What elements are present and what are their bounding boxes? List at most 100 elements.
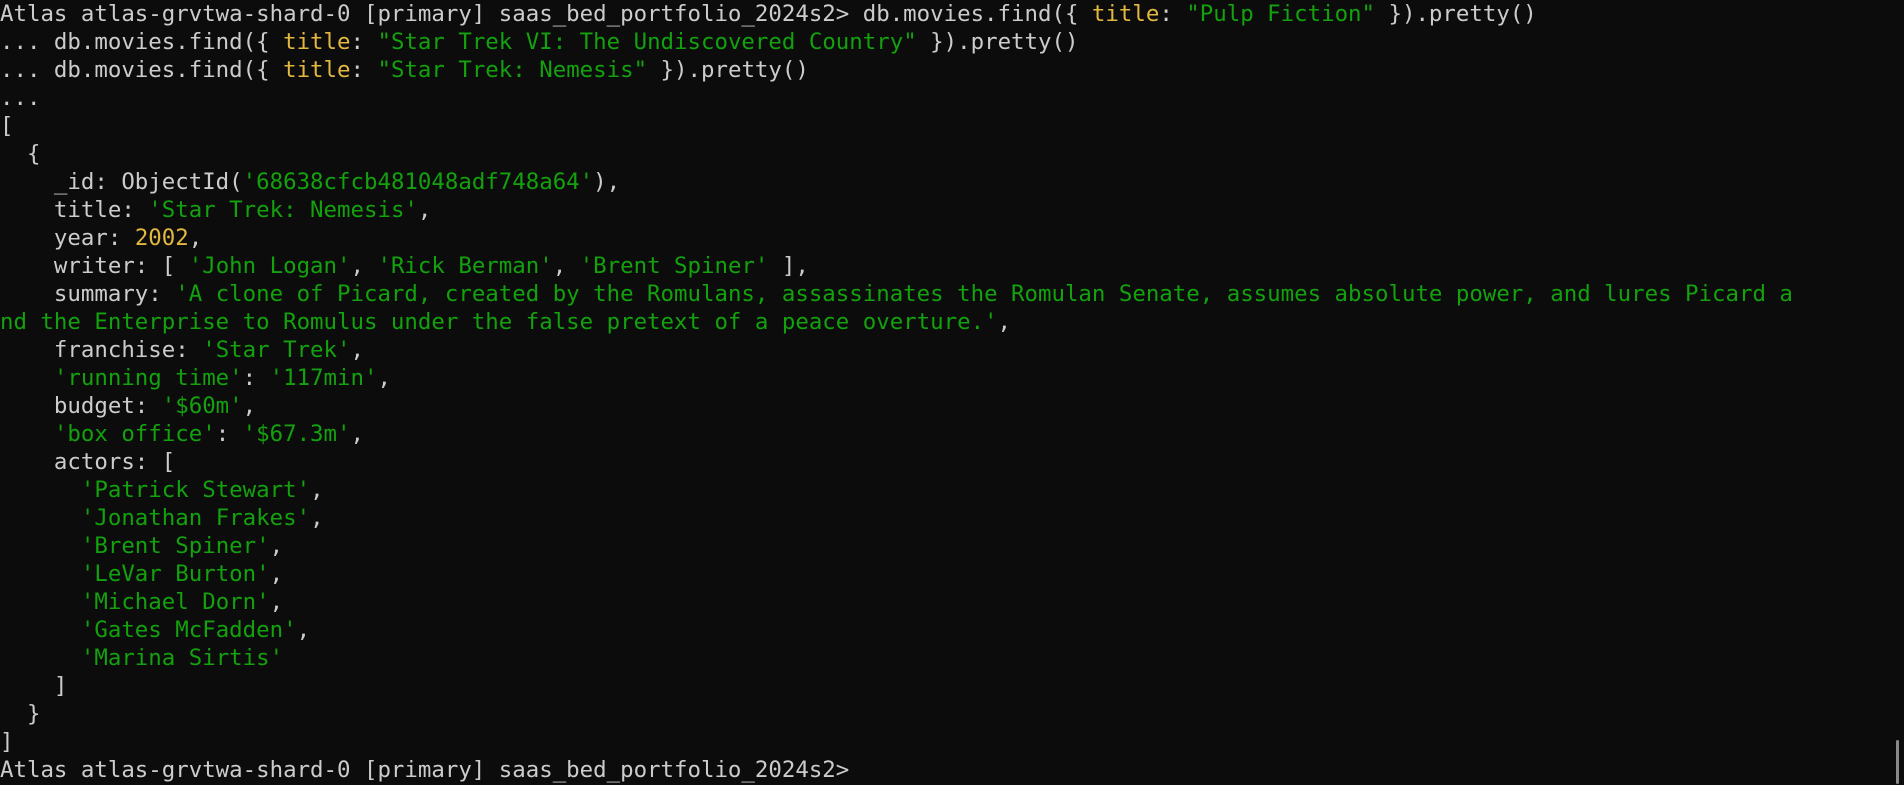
text-token: 'Brent Spiner': [80, 533, 270, 559]
text-token: 'Star Trek': [202, 337, 351, 363]
text-token: 'Marina Sirtis': [80, 645, 284, 671]
text-token: 'Patrick Stewart': [80, 477, 311, 503]
text-token: 'box office': [53, 421, 216, 447]
text-token: ,: [269, 561, 284, 587]
text-token: :: [350, 57, 378, 83]
terminal-line: 'Michael Dorn',: [0, 588, 1904, 616]
text-token: Atlas atlas-grvtwa-shard-0 [primary] saa…: [0, 757, 863, 783]
terminal-line: _id: ObjectId('68638cfcb481048adf748a64'…: [0, 168, 1904, 196]
terminal-line: ...: [0, 84, 1904, 112]
text-token: ...: [0, 85, 41, 111]
terminal-line: budget: '$60m',: [0, 392, 1904, 420]
text-token: Atlas atlas-grvtwa-shard-0 [primary] saa…: [0, 1, 1092, 27]
text-token: 'Star Trek: Nemesis': [148, 197, 418, 223]
text-token: ,: [296, 617, 311, 643]
text-token: ,: [269, 589, 284, 615]
text-token: writer: [: [0, 253, 189, 279]
text-token: ,: [350, 421, 364, 447]
text-token: 'running time': [53, 365, 243, 391]
text-token: ,: [552, 253, 580, 279]
text-token: ,: [377, 365, 391, 391]
text-token: ]: [0, 673, 68, 699]
terminal-line: ]: [0, 728, 1904, 756]
terminal-line: summary: 'A clone of Picard, created by …: [0, 280, 1904, 308]
terminal-line: ... db.movies.find({ title: "Star Trek V…: [0, 28, 1904, 56]
terminal-line: actors: [: [0, 448, 1904, 476]
text-token: }: [0, 701, 41, 727]
text-token: }).pretty(): [647, 57, 809, 83]
text-token: 'LeVar Burton': [80, 561, 270, 587]
text-token: 'John Logan': [188, 253, 351, 279]
terminal-line: Atlas atlas-grvtwa-shard-0 [primary] saa…: [0, 0, 1904, 28]
terminal-line: 'Gates McFadden',: [0, 616, 1904, 644]
text-token: '$60m': [161, 393, 243, 419]
text-token: ,: [417, 197, 432, 223]
text-token: }).pretty(): [1375, 1, 1537, 27]
terminal-line: 'Jonathan Frakes',: [0, 504, 1904, 532]
text-token: :: [1159, 1, 1187, 27]
terminal-line: 'box office': '$67.3m',: [0, 420, 1904, 448]
terminal-output[interactable]: Atlas atlas-grvtwa-shard-0 [primary] saa…: [0, 0, 1904, 784]
text-token: title: [1091, 1, 1160, 27]
text-token: ,: [269, 533, 284, 559]
text-token: ... db.movies.find({: [0, 57, 284, 83]
text-token: ]: [0, 729, 14, 755]
terminal-line: 'Patrick Stewart',: [0, 476, 1904, 504]
text-token: ... db.movies.find({: [0, 29, 284, 55]
text-token: ,: [310, 477, 324, 503]
terminal-line: }: [0, 700, 1904, 728]
text-token: {: [0, 141, 41, 167]
text-token: _id: ObjectId(: [0, 169, 243, 195]
text-token: actors: [: [0, 449, 176, 475]
text-token: title: [283, 29, 351, 55]
text-token: franchise:: [0, 337, 203, 363]
text-token: "Star Trek: Nemesis": [377, 57, 648, 83]
text-token: year:: [0, 225, 135, 251]
scrollbar-thumb[interactable]: [1896, 740, 1899, 784]
text-token: 'Gates McFadden': [80, 617, 297, 643]
terminal-window[interactable]: Atlas atlas-grvtwa-shard-0 [primary] saa…: [0, 0, 1904, 785]
shell-prompt-line[interactable]: Atlas atlas-grvtwa-shard-0 [primary] saa…: [0, 756, 1904, 784]
text-token: ,: [188, 225, 203, 251]
text-token: }).pretty(): [916, 29, 1079, 55]
terminal-line: nd the Enterprise to Romulus under the f…: [0, 308, 1904, 336]
terminal-line: ]: [0, 672, 1904, 700]
text-token: ,: [350, 253, 378, 279]
text-token: summary:: [0, 281, 176, 307]
text-token: budget:: [0, 393, 162, 419]
terminal-line: [: [0, 112, 1904, 140]
text-token: 2002: [134, 225, 189, 251]
terminal-line: 'Marina Sirtis': [0, 644, 1904, 672]
text-token: 'A clone of Picard, created by the Romul…: [175, 281, 1793, 307]
text-token: ,: [310, 505, 324, 531]
text-token: 'Rick Berman': [377, 253, 553, 279]
terminal-line: {: [0, 140, 1904, 168]
text-token: ),: [593, 169, 621, 195]
terminal-line: ... db.movies.find({ title: "Star Trek: …: [0, 56, 1904, 84]
text-token: nd the Enterprise to Romulus under the f…: [0, 309, 998, 335]
text-token: :: [215, 421, 243, 447]
text-token: ,: [997, 309, 1012, 335]
terminal-line: writer: [ 'John Logan', 'Rick Berman', '…: [0, 252, 1904, 280]
scrollbar[interactable]: [1890, 0, 1904, 785]
text-token: title: [283, 57, 351, 83]
text-token: "Pulp Fiction": [1186, 1, 1376, 27]
terminal-line: 'running time': '117min',: [0, 364, 1904, 392]
text-token: 'Brent Spiner': [579, 253, 769, 279]
terminal-line: franchise: 'Star Trek',: [0, 336, 1904, 364]
text-token: "Star Trek VI: The Undiscovered Country": [377, 29, 917, 55]
text-token: [: [0, 113, 14, 139]
text-token: 'Michael Dorn': [80, 589, 270, 615]
text-token: :: [350, 29, 378, 55]
text-token: '$67.3m': [242, 421, 351, 447]
terminal-line: year: 2002,: [0, 224, 1904, 252]
text-token: ,: [242, 393, 257, 419]
text-token: 'Jonathan Frakes': [80, 505, 311, 531]
